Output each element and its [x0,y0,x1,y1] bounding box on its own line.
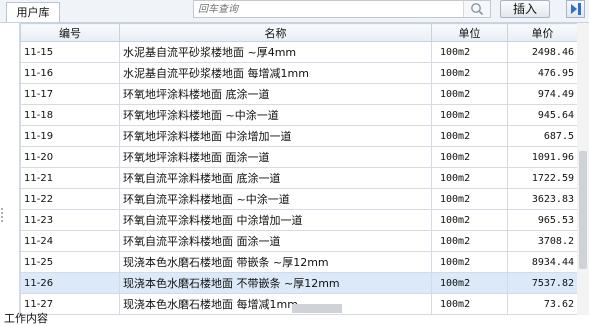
table-row[interactable]: 11-23 环氧自流平涂料楼地面 中涂增加一道 100m2 965.53 [20,209,577,231]
quota-table: 编号 名称 单位 单价 11-15 水泥基自流平砂浆楼地面 ~厚4mm 100m… [20,23,577,315]
cell-price: 3708.2 [507,230,577,252]
row-gutter [0,23,20,315]
vertical-scrollbar-thumb[interactable] [579,151,587,269]
column-header-price[interactable]: 单价 [507,23,577,42]
cell-name: 环氧自流平涂料楼地面 底涂一道 [119,167,432,189]
cell-unit: 100m2 [431,209,508,231]
cell-name: 现浇本色水磨石楼地面 不带嵌条 ~厚12mm [119,272,432,294]
cell-unit: 100m2 [431,272,508,294]
table-row[interactable]: 11-16 水泥基自流平砂浆楼地面 每增减1mm 100m2 476.95 [20,62,577,84]
cell-price: 476.95 [507,62,577,84]
cell-code: 11-15 [20,41,120,63]
cell-price: 965.53 [507,209,577,231]
cell-name: 环氧地坪涂料楼地面 ~中涂一道 [119,104,432,126]
cell-name: 现浇本色水磨石楼地面 带嵌条 ~厚12mm [119,251,432,273]
horizontal-scrollbar-thumb[interactable] [292,304,342,313]
tab-user-library[interactable]: 用户库 [6,2,60,22]
table-row[interactable]: 11-15 水泥基自流平砂浆楼地面 ~厚4mm 100m2 2498.46 [20,41,577,63]
cell-price: 8934.44 [507,251,577,273]
vertical-scrollbar[interactable] [577,23,589,315]
cell-code: 11-21 [20,167,120,189]
cell-code: 11-16 [20,62,120,84]
table-row[interactable]: 11-17 环氧地坪涂料楼地面 底涂一道 100m2 974.49 [20,83,577,105]
cell-unit: 100m2 [431,230,508,252]
cell-unit: 100m2 [431,83,508,105]
cell-code: 11-26 [20,272,120,294]
insert-button[interactable]: 插入 [500,0,550,18]
search-icon [471,3,484,16]
column-header-unit[interactable]: 单位 [431,23,508,42]
cell-price: 687.5 [507,125,577,147]
cell-price: 2498.46 [507,41,577,63]
cell-name: 环氧自流平涂料楼地面 中涂增加一道 [119,209,432,231]
cell-code: 11-18 [20,104,120,126]
cell-unit: 100m2 [431,62,508,84]
cell-price: 974.49 [507,83,577,105]
cell-name: 环氧自流平涂料楼地面 ~中涂一道 [119,188,432,210]
cell-code: 11-17 [20,83,120,105]
table-row[interactable]: 11-21 环氧自流平涂料楼地面 底涂一道 100m2 1722.59 [20,167,577,189]
cell-unit: 100m2 [431,41,508,63]
cell-code: 11-22 [20,188,120,210]
table-row[interactable]: 11-25 现浇本色水磨石楼地面 带嵌条 ~厚12mm 100m2 8934.4… [20,251,577,273]
table-row[interactable]: 11-24 环氧自流平涂料楼地面 面涂一道 100m2 3708.2 [20,230,577,252]
cell-unit: 100m2 [431,104,508,126]
cell-unit: 100m2 [431,125,508,147]
table-row-selected[interactable]: 11-26 现浇本色水磨石楼地面 不带嵌条 ~厚12mm 100m2 7537.… [20,272,577,294]
splitter-grip-icon[interactable] [0,23,19,315]
cell-unit: 100m2 [431,188,508,210]
cell-code: 11-23 [20,209,120,231]
cell-unit: 100m2 [431,293,508,315]
cell-name: 环氧地坪涂料楼地面 底涂一道 [119,83,432,105]
search-input[interactable] [194,1,466,17]
cell-price: 1091.96 [507,146,577,168]
cell-name: 水泥基自流平砂浆楼地面 ~厚4mm [119,41,432,63]
cell-code: 11-20 [20,146,120,168]
search-box [193,0,491,18]
cell-price: 73.62 [507,293,577,315]
table-row[interactable]: 11-20 环氧地坪涂料楼地面 面涂一道 100m2 1091.96 [20,146,577,168]
column-header-code[interactable]: 编号 [20,23,120,42]
cell-name: 环氧地坪涂料楼地面 中涂增加一道 [119,125,432,147]
cell-price: 1722.59 [507,167,577,189]
cell-unit: 100m2 [431,251,508,273]
collapse-panel-button[interactable] [566,0,585,18]
toolbar: 用户库 插入 [0,0,589,23]
cell-price: 945.64 [507,104,577,126]
column-header-name[interactable]: 名称 [119,23,432,42]
cell-code: 11-25 [20,251,120,273]
search-button[interactable] [463,1,490,17]
cell-name: 环氧自流平涂料楼地面 面涂一道 [119,230,432,252]
work-content-label: 工作内容 [4,312,48,325]
cell-code: 11-19 [20,125,120,147]
cell-price: 3623.83 [507,188,577,210]
table-header: 编号 名称 单位 单价 [20,23,577,42]
arrow-left-icon [571,3,581,15]
cell-unit: 100m2 [431,146,508,168]
cell-code: 11-24 [20,230,120,252]
table-row[interactable]: 11-22 环氧自流平涂料楼地面 ~中涂一道 100m2 3623.83 [20,188,577,210]
table-row[interactable]: 11-18 环氧地坪涂料楼地面 ~中涂一道 100m2 945.64 [20,104,577,126]
cell-name: 环氧地坪涂料楼地面 面涂一道 [119,146,432,168]
cell-name: 现浇本色水磨石楼地面 每增减1mm [119,293,432,315]
cell-price: 7537.82 [507,272,577,294]
cell-name: 水泥基自流平砂浆楼地面 每增减1mm [119,62,432,84]
table-row[interactable]: 11-19 环氧地坪涂料楼地面 中涂增加一道 100m2 687.5 [20,125,577,147]
cell-unit: 100m2 [431,167,508,189]
